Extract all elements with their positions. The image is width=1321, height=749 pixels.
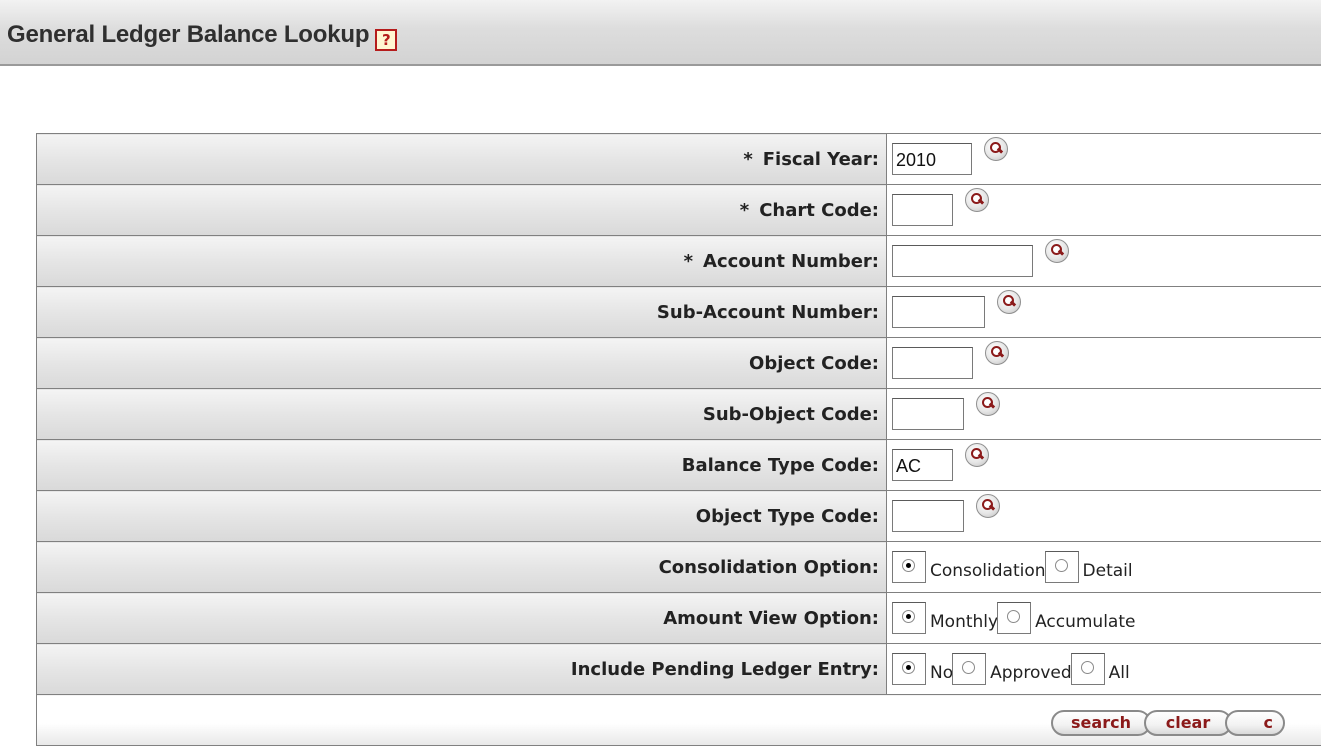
form-row-account-number: * Account Number: (36, 235, 1321, 287)
pending-ledger-entry-cell: No Approved All (886, 643, 1321, 695)
monthly-radio[interactable] (902, 610, 915, 623)
account-number-label-text: Account Number: (703, 250, 879, 272)
amount-view-option-label-text: Amount View Option: (663, 607, 879, 629)
balance-type-code-cell: AC (886, 439, 1321, 491)
cancel-button[interactable]: c (1225, 710, 1285, 736)
sub-object-code-cell (886, 388, 1321, 440)
object-type-code-input[interactable] (892, 500, 964, 532)
fiscal-year-input[interactable]: 2010 (892, 143, 972, 175)
balance-type-code-label: Balance Type Code: (36, 439, 887, 491)
sub-account-number-lookup-icon[interactable] (997, 290, 1021, 314)
chart-code-label: * Chart Code: (36, 184, 887, 236)
fiscal-year-label: * Fiscal Year: (36, 133, 887, 185)
sub-object-code-lookup-icon[interactable] (976, 392, 1000, 416)
no-radio[interactable] (902, 661, 915, 674)
all-radio-box[interactable] (1070, 653, 1105, 685)
form-row-object-code: Object Code: (36, 337, 1321, 389)
object-type-code-label: Object Type Code: (36, 490, 887, 542)
amount-view-option-label: Amount View Option: (36, 592, 887, 644)
lookup-form: * Fiscal Year: 2010 * Chart Code: * Account… (36, 133, 1321, 746)
required-marker: * (743, 148, 753, 170)
approved-radio[interactable] (962, 661, 976, 674)
no-option-text: No (930, 663, 954, 683)
object-code-label-text: Object Code: (749, 352, 879, 374)
form-row-sub-account-number: Sub-Account Number: (36, 286, 1321, 338)
all-radio[interactable] (1080, 661, 1094, 674)
form-row-object-type-code: Object Type Code: (36, 490, 1321, 542)
accumulate-radio-box[interactable] (997, 602, 1032, 634)
object-code-cell (886, 337, 1321, 389)
object-code-label: Object Code: (36, 337, 887, 389)
chart-code-lookup-icon[interactable] (965, 188, 989, 212)
consolidation-option-text: Consolidation (930, 561, 1046, 581)
object-code-input[interactable] (892, 347, 973, 379)
accumulate-radio[interactable] (1007, 610, 1021, 623)
amount-view-option-cell: Monthly Accumulate (886, 592, 1321, 644)
monthly-option-text: Monthly (930, 612, 999, 632)
fiscal-year-label-text: Fiscal Year: (762, 148, 879, 170)
detail-option-text: Detail (1082, 561, 1133, 581)
form-row-amount-view-option: Amount View Option: Monthly Accumulate (36, 592, 1321, 644)
form-row-buttons: search clear c (36, 694, 1321, 746)
consolidation-radio[interactable] (902, 559, 915, 572)
fiscal-year-cell: 2010 (886, 133, 1321, 185)
sub-account-number-label: Sub-Account Number: (36, 286, 887, 338)
object-type-code-label-text: Object Type Code: (695, 505, 879, 527)
form-row-chart-code: * Chart Code: (36, 184, 1321, 236)
approved-radio-box[interactable] (952, 653, 987, 685)
all-option-text: All (1108, 663, 1130, 683)
detail-radio[interactable] (1054, 559, 1068, 572)
consolidation-option-cell: Consolidation Detail (886, 541, 1321, 593)
object-type-code-cell (886, 490, 1321, 542)
balance-type-code-label-text: Balance Type Code: (681, 454, 879, 476)
chart-code-input[interactable] (892, 194, 953, 226)
fiscal-year-lookup-icon[interactable] (984, 137, 1008, 161)
page-title-text: General Ledger Balance Lookup (7, 21, 370, 48)
form-row-fiscal-year: * Fiscal Year: 2010 (36, 133, 1321, 185)
pending-ledger-entry-label: Include Pending Ledger Entry: (36, 643, 887, 695)
object-code-lookup-icon[interactable] (985, 341, 1009, 365)
approved-option-text: Approved (990, 663, 1072, 683)
account-number-label: * Account Number: (36, 235, 887, 287)
sub-account-number-input[interactable] (892, 296, 985, 328)
detail-radio-box[interactable] (1044, 551, 1079, 583)
form-row-sub-object-code: Sub-Object Code: (36, 388, 1321, 440)
accumulate-option-text: Accumulate (1035, 612, 1136, 632)
sub-account-number-label-text: Sub-Account Number: (656, 301, 879, 323)
account-number-input[interactable] (892, 245, 1033, 277)
account-number-cell (886, 235, 1321, 287)
chart-code-cell (886, 184, 1321, 236)
sub-object-code-label-text: Sub-Object Code: (702, 403, 879, 425)
sub-object-code-label: Sub-Object Code: (36, 388, 887, 440)
required-marker: * (683, 250, 694, 272)
form-row-balance-type-code: Balance Type Code: AC (36, 439, 1321, 491)
button-bar: search clear c (36, 694, 1321, 746)
help-icon[interactable]: ? (375, 29, 398, 51)
object-type-code-lookup-icon[interactable] (976, 494, 1000, 518)
consolidation-radio-box[interactable] (892, 551, 926, 583)
form-row-pending-ledger-entry: Include Pending Ledger Entry: No Approved… (36, 643, 1321, 695)
sub-account-number-cell (886, 286, 1321, 338)
search-button[interactable]: search (1051, 710, 1151, 736)
pending-ledger-entry-label-text: Include Pending Ledger Entry: (570, 658, 879, 680)
monthly-radio-box[interactable] (892, 602, 926, 634)
consolidation-option-label: Consolidation Option: (36, 541, 887, 593)
sub-object-code-input[interactable] (892, 398, 964, 430)
clear-button[interactable]: clear (1144, 710, 1232, 736)
no-radio-box[interactable] (892, 653, 926, 685)
chart-code-label-text: Chart Code: (759, 199, 879, 221)
required-marker: * (739, 199, 750, 221)
page-header: General Ledger Balance Lookup? (0, 0, 1321, 66)
page-title: General Ledger Balance Lookup? (7, 21, 398, 51)
account-number-lookup-icon[interactable] (1045, 239, 1069, 263)
balance-type-code-input[interactable]: AC (892, 449, 953, 481)
balance-type-code-lookup-icon[interactable] (965, 443, 989, 467)
consolidation-option-label-text: Consolidation Option: (658, 556, 879, 578)
form-row-consolidation-option: Consolidation Option: Consolidation Detai… (36, 541, 1321, 593)
